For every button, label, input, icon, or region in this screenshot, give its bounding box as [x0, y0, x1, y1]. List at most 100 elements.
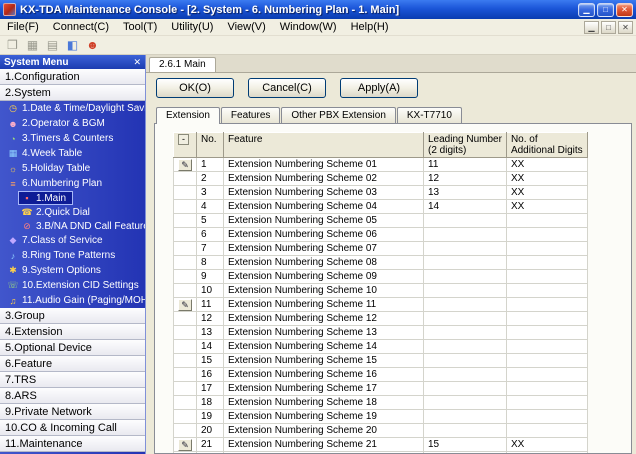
cell-leading-number[interactable] [423, 381, 507, 396]
cell-additional-digits[interactable] [505, 381, 588, 396]
sidebar-item-10-extension-cid-settings[interactable]: ☏ 10.Extension CID Settings [0, 278, 145, 293]
maximize-icon[interactable]: □ [597, 2, 614, 17]
cell-additional-digits[interactable] [505, 395, 588, 410]
edit-pencil-button[interactable]: ✎ [178, 438, 192, 451]
sidebar-item-11-audio-gain-paging-moh[interactable]: ♫ 11.Audio Gain (Paging/MOH) [0, 293, 145, 308]
user-profile-icon[interactable]: ☻ [84, 37, 101, 53]
menu-window-w[interactable]: Window(W) [273, 20, 344, 34]
sidebar-item-1-configuration[interactable]: 1.Configuration [0, 69, 145, 85]
collapse-all-button[interactable]: - [178, 134, 189, 145]
open-folder-icon[interactable]: ❒ [4, 37, 21, 53]
cell-leading-number[interactable]: 11 [423, 157, 507, 172]
apply-button[interactable]: Apply(A) [340, 78, 418, 98]
cell-leading-number[interactable]: 12 [423, 171, 507, 186]
tab-kx-t7710[interactable]: KX-T7710 [396, 107, 462, 123]
sidebar-item-3-b-na-dnd-call-feature[interactable]: ⊘ 3.B/NA DND Call Feature [18, 219, 145, 233]
cell-additional-digits[interactable] [505, 325, 588, 340]
cell-leading-number[interactable] [423, 409, 507, 424]
cell-leading-number[interactable] [423, 227, 507, 242]
cell-leading-number[interactable] [423, 325, 507, 340]
cell-additional-digits[interactable] [505, 283, 588, 298]
sidebar-item-6-numbering-plan[interactable]: ≡ 6.Numbering Plan [0, 176, 145, 191]
sidebar-item-8-ring-tone-patterns[interactable]: ♪ 8.Ring Tone Patterns [0, 248, 145, 263]
cell-leading-number[interactable] [423, 255, 507, 270]
tab-extension[interactable]: Extension [156, 107, 220, 124]
menu-file-f[interactable]: File(F) [0, 20, 46, 34]
cell-additional-digits[interactable]: XX [505, 185, 588, 200]
menu-help-h[interactable]: Help(H) [344, 20, 396, 34]
sidebar-item-3-group[interactable]: 3.Group [0, 308, 145, 324]
cell-leading-number[interactable] [423, 367, 507, 382]
edit-pencil-button[interactable]: ✎ [178, 298, 192, 311]
cell-leading-number[interactable] [423, 213, 507, 228]
sidebar-item-5-optional-device[interactable]: 5.Optional Device [0, 340, 145, 356]
cell-leading-number[interactable] [423, 395, 507, 410]
cell-leading-number[interactable]: 15 [423, 437, 507, 452]
sidebar-item-6-feature[interactable]: 6.Feature [0, 356, 145, 372]
cell-additional-digits[interactable]: XX [505, 171, 588, 186]
sidebar-item-1-date-time-daylight-saving[interactable]: ◷ 1.Date & Time/Daylight Saving [0, 101, 145, 116]
cell-additional-digits[interactable] [505, 311, 588, 326]
cell-leading-number[interactable] [423, 297, 507, 312]
cell-additional-digits[interactable] [505, 241, 588, 256]
sidebar-close-icon[interactable]: ✕ [133, 57, 141, 68]
menu-view-v[interactable]: View(V) [220, 20, 272, 34]
sidebar-item-9-system-options[interactable]: ✱ 9.System Options [0, 263, 145, 278]
sidebar-item-1-main[interactable]: ▪ 1.Main [18, 191, 74, 205]
sidebar-item-2-quick-dial[interactable]: ☎ 2.Quick Dial [18, 205, 97, 219]
cell-additional-digits[interactable] [505, 255, 588, 270]
cell-additional-digits[interactable] [505, 423, 588, 438]
cell-leading-number[interactable] [423, 283, 507, 298]
sidebar-item-9-private-network[interactable]: 9.Private Network [0, 404, 145, 420]
cell-additional-digits[interactable] [505, 269, 588, 284]
cell-additional-digits[interactable] [505, 227, 588, 242]
cell-additional-digits[interactable]: XX [505, 437, 588, 452]
print-icon[interactable]: ▤ [44, 37, 61, 53]
tab-features[interactable]: Features [220, 107, 281, 123]
sidebar-item-7-class-of-service[interactable]: ◆ 7.Class of Service [0, 233, 145, 248]
tab-other-pbx-extension[interactable]: Other PBX Extension [281, 107, 396, 123]
cell-additional-digits[interactable] [505, 297, 588, 312]
sidebar-item-4-week-table[interactable]: ▦ 4.Week Table [0, 146, 145, 161]
sidebar-item-2-system[interactable]: 2.System [0, 85, 145, 101]
sidebar-item-2-operator-bgm[interactable]: ☻ 2.Operator & BGM [0, 116, 145, 131]
cancel-button[interactable]: Cancel(C) [248, 78, 326, 98]
ok-button[interactable]: OK(O) [156, 78, 234, 98]
cell-additional-digits[interactable]: XX [505, 199, 588, 214]
cell-additional-digits[interactable] [505, 367, 588, 382]
sidebar-item-8-ars[interactable]: 8.ARS [0, 388, 145, 404]
cell-leading-number[interactable]: 14 [423, 199, 507, 214]
close-icon[interactable]: ✕ [616, 2, 633, 17]
cell-leading-number[interactable] [423, 311, 507, 326]
minimize-icon[interactable]: ▁ [578, 2, 595, 17]
menu-tool-t[interactable]: Tool(T) [116, 20, 164, 34]
sidebar-item-7-trs[interactable]: 7.TRS [0, 372, 145, 388]
sidebar-item-10-co-incoming-call[interactable]: 10.CO & Incoming Call [0, 420, 145, 436]
cell-leading-number[interactable] [423, 241, 507, 256]
menu-utility-u[interactable]: Utility(U) [164, 20, 220, 34]
cell-additional-digits[interactable] [505, 409, 588, 424]
cell-leading-number[interactable] [423, 339, 507, 354]
edit-pencil-button[interactable]: ✎ [178, 158, 192, 171]
sidebar-item-11-maintenance[interactable]: 11.Maintenance [0, 436, 145, 452]
cell-additional-digits[interactable]: XX [505, 157, 588, 172]
sidebar-item-3-timers-counters[interactable]: ◔ 3.Timers & Counters [0, 131, 145, 146]
mdi-minimize-icon[interactable]: ▁ [584, 20, 599, 34]
connect-pc-icon[interactable]: ◧ [64, 37, 81, 53]
doc-tab-261-main[interactable]: 2.6.1 Main [149, 57, 216, 72]
cell-no: 12 [196, 311, 224, 326]
cell-leading-number[interactable] [423, 269, 507, 284]
sidebar-item-4-extension[interactable]: 4.Extension [0, 324, 145, 340]
menu-connect-c[interactable]: Connect(C) [46, 20, 116, 34]
sidebar-item-5-holiday-table[interactable]: ☼ 5.Holiday Table [0, 161, 145, 176]
cell-leading-number[interactable] [423, 423, 507, 438]
cell-no: 20 [196, 423, 224, 438]
save-icon[interactable]: ▦ [24, 37, 41, 53]
cell-additional-digits[interactable] [505, 213, 588, 228]
cell-leading-number[interactable] [423, 353, 507, 368]
mdi-close-icon[interactable]: ✕ [618, 20, 633, 34]
cell-additional-digits[interactable] [505, 339, 588, 354]
cell-leading-number[interactable]: 13 [423, 185, 507, 200]
mdi-maximize-icon[interactable]: □ [601, 20, 616, 34]
cell-additional-digits[interactable] [505, 353, 588, 368]
